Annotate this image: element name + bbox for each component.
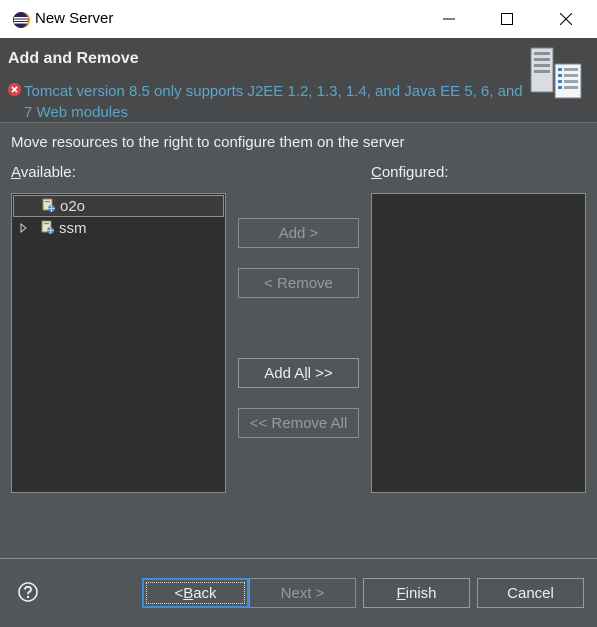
window-title: New Server: [35, 10, 114, 27]
available-list[interactable]: o2o ssm: [11, 193, 226, 493]
eclipse-icon: [13, 12, 30, 28]
next-button[interactable]: Next >: [249, 578, 356, 608]
list-item[interactable]: o2o: [13, 195, 224, 217]
maximize-icon: [501, 13, 513, 25]
remove-all-button[interactable]: << Remove All: [238, 408, 359, 438]
add-all-button[interactable]: Add All >>: [238, 358, 359, 388]
page-title: Add and Remove: [8, 50, 139, 67]
dialog-content: Move resources to the right to configure…: [0, 122, 597, 627]
error-message: Tomcat version 8.5 only supports J2EE 1.…: [24, 83, 523, 121]
remove-button[interactable]: < Remove: [238, 268, 359, 298]
item-name: o2o: [60, 198, 86, 215]
add-button[interactable]: Add >: [238, 218, 359, 248]
title-bar: New Server: [0, 0, 597, 38]
wizard-header: Add and Remove Tomcat version 8.5 only s…: [0, 38, 597, 122]
close-icon: [560, 13, 572, 25]
web-project-icon: [42, 198, 55, 212]
finish-button[interactable]: Finish: [363, 578, 470, 608]
header-separator: [0, 122, 597, 123]
list-item[interactable]: ssm: [13, 218, 224, 240]
error-icon: [8, 83, 21, 96]
minimize-button[interactable]: [420, 0, 478, 38]
help-icon[interactable]: [18, 582, 38, 602]
footer-separator: [0, 558, 597, 559]
configured-list[interactable]: [371, 193, 586, 493]
minimize-icon: [443, 18, 455, 20]
item-name: ssm: [59, 220, 87, 237]
cancel-button[interactable]: Cancel: [477, 578, 584, 608]
expand-arrow-icon[interactable]: [20, 223, 28, 233]
instruction-text: Move resources to the right to configure…: [11, 134, 405, 151]
available-label: Available:: [11, 164, 76, 181]
maximize-button[interactable]: [478, 0, 536, 38]
web-project-icon: [41, 220, 54, 234]
back-button[interactable]: < Back: [142, 578, 249, 608]
server-icon: [530, 47, 582, 99]
close-button[interactable]: [537, 0, 595, 38]
configured-label: Configured:: [371, 164, 449, 181]
